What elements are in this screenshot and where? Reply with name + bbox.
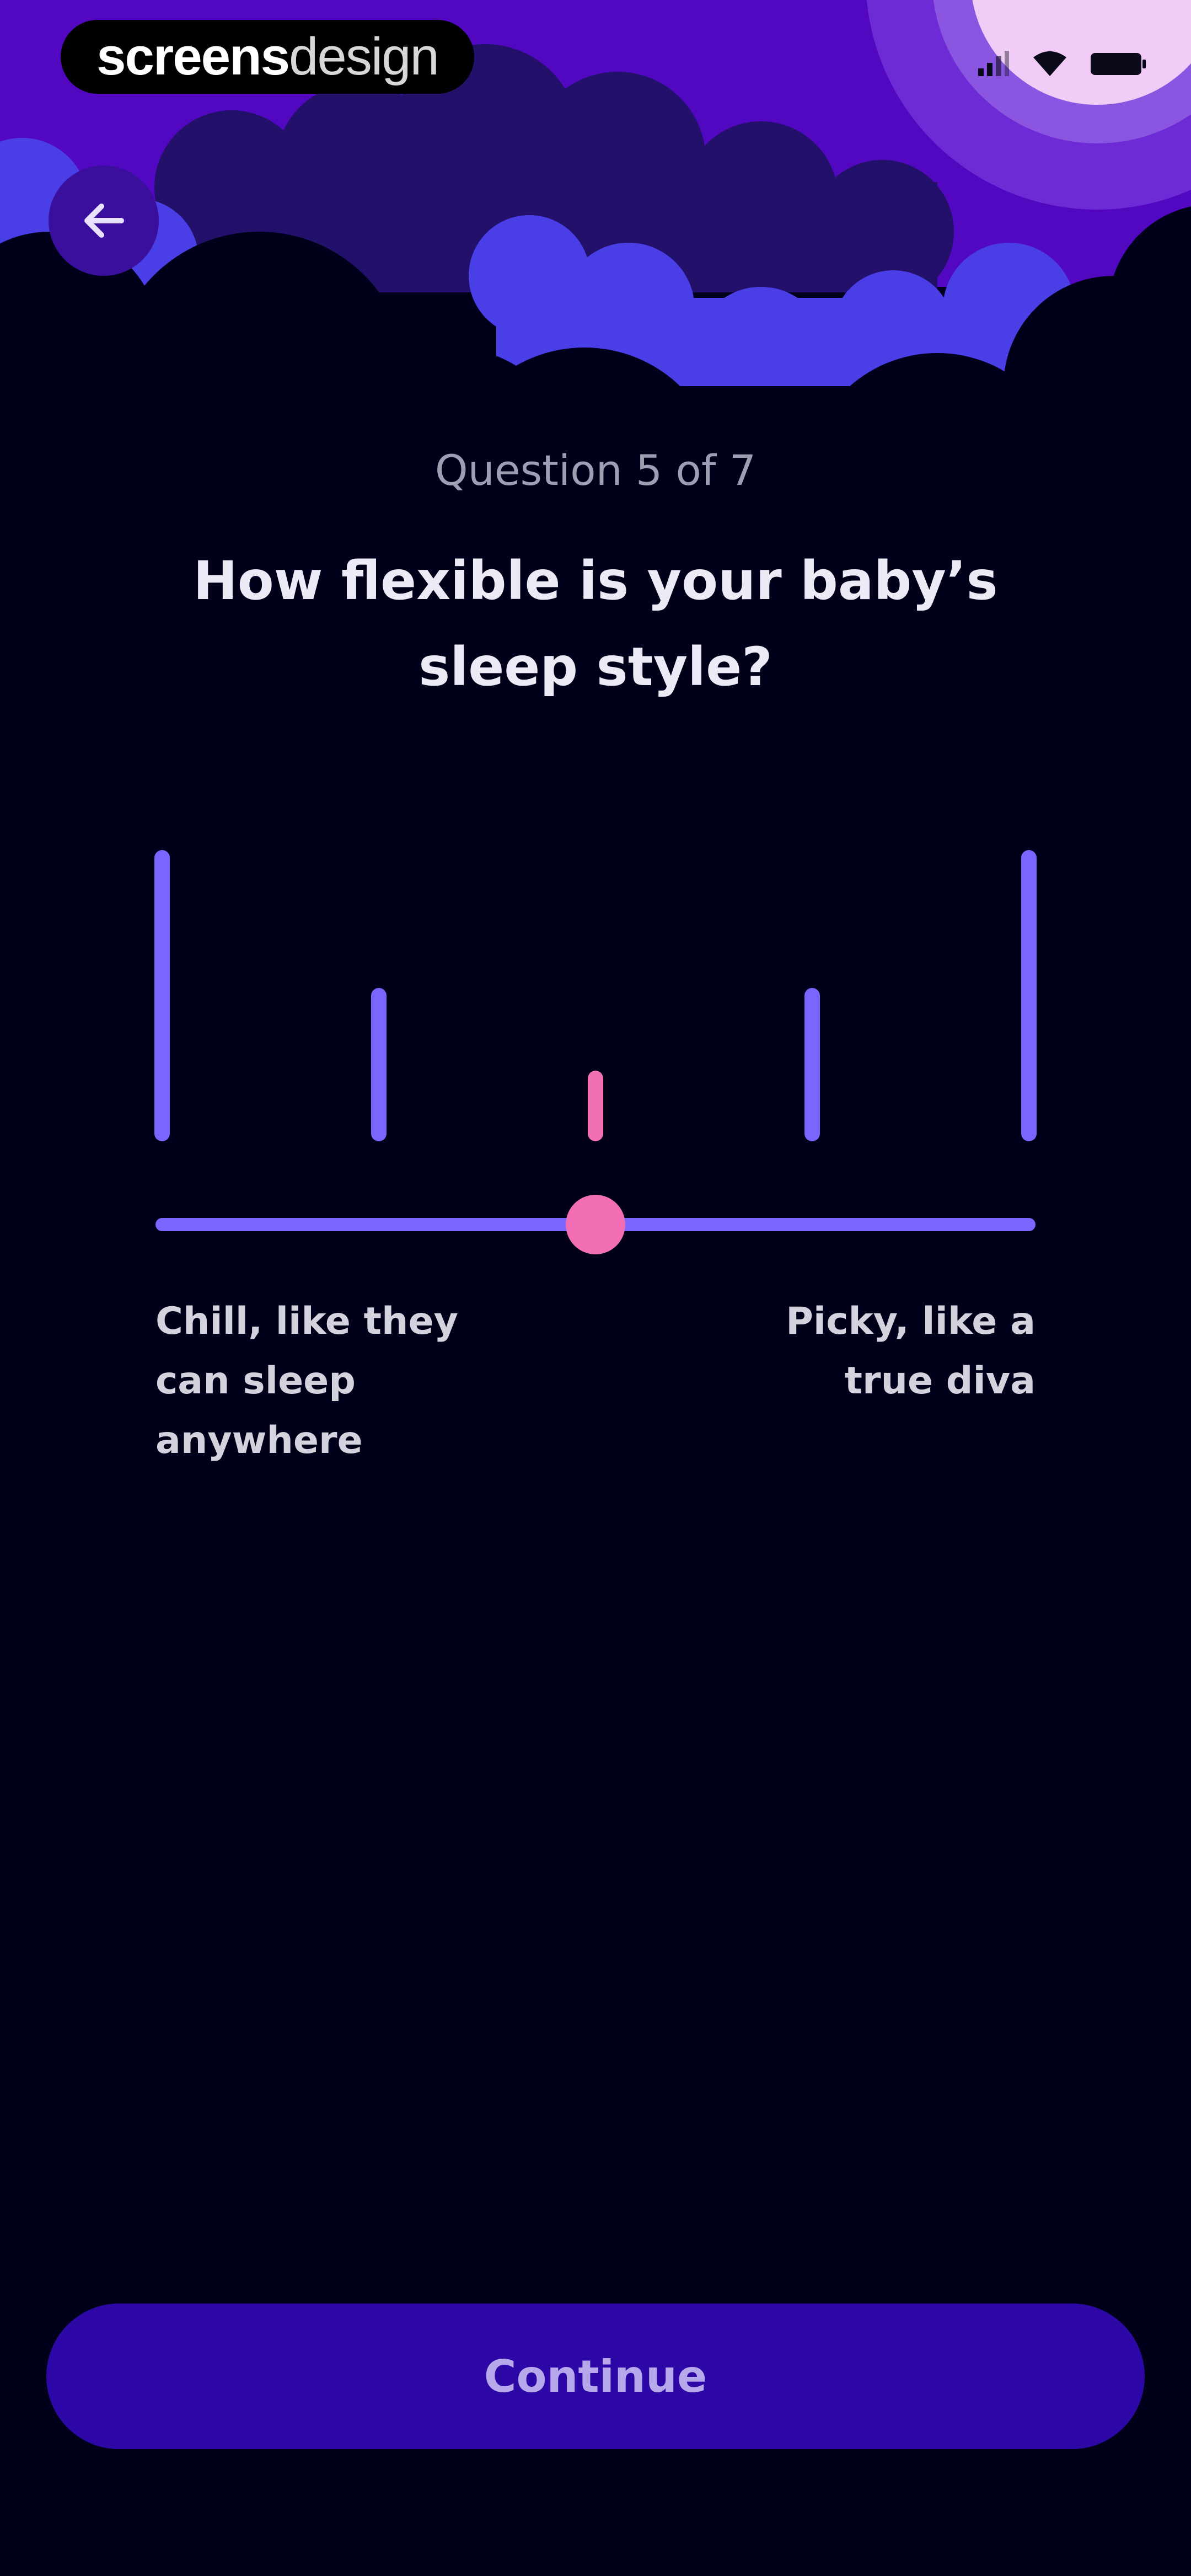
battery-icon	[1091, 53, 1146, 75]
slider-thumb[interactable]	[566, 1195, 625, 1254]
slider-left-label: Chill, like they can sleep anywhere	[155, 1300, 458, 1462]
question-counter: Question 5 of 7	[434, 446, 757, 495]
status-bar-icons	[977, 50, 1147, 77]
slider-right-label: Picky, like a true diva	[786, 1300, 1036, 1403]
screensdesign-watermark: screens design	[61, 20, 474, 94]
watermark-bold-text: screens	[96, 27, 290, 86]
arrow-left-icon	[84, 204, 124, 238]
question-title: How flexible is your baby’s sleep style?	[193, 550, 998, 698]
continue-button[interactable]: Continue	[46, 2304, 1145, 2449]
flexibility-scale	[154, 850, 1037, 1254]
signal-icon	[978, 51, 1009, 76]
wifi-icon	[1033, 51, 1066, 76]
watermark-light-text: design	[289, 27, 439, 86]
back-button[interactable]	[49, 165, 159, 276]
